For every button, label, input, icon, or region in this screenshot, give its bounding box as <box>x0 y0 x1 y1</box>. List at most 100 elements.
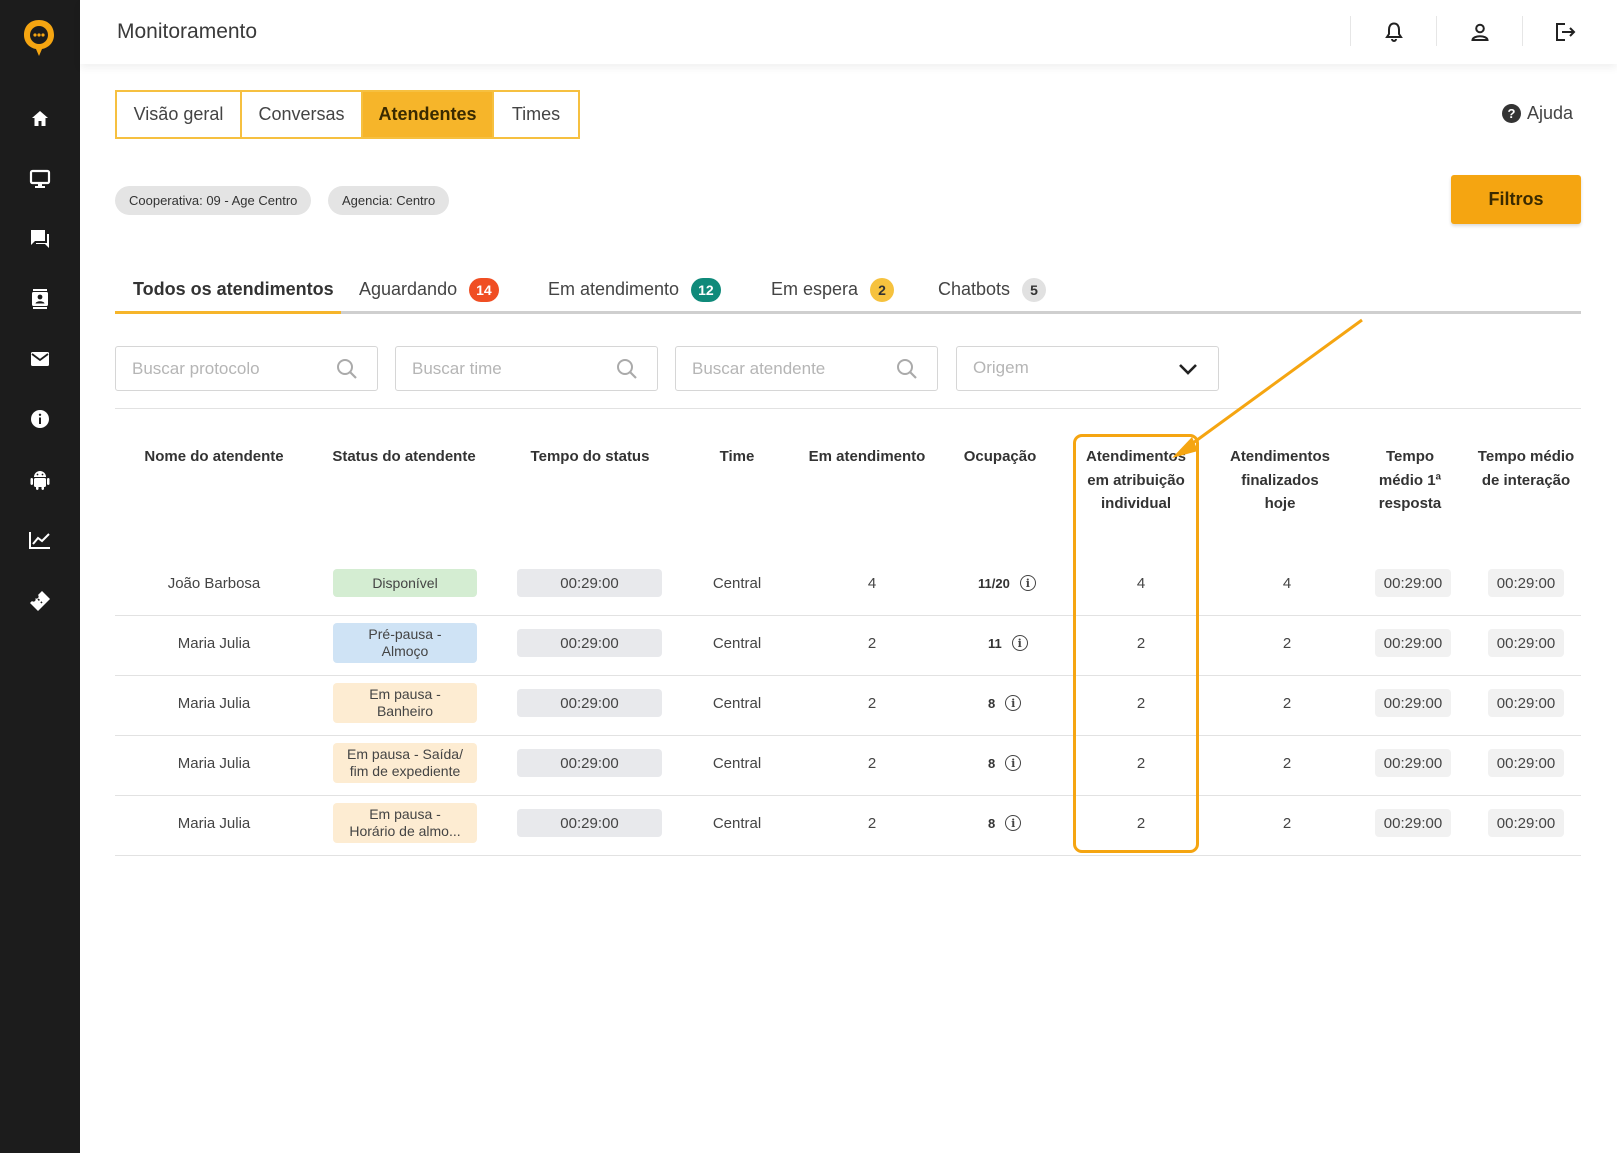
tab-conversas[interactable]: Conversas <box>242 92 363 137</box>
tab-label: Em atendimento <box>548 279 680 299</box>
count-badge: 12 <box>691 277 721 302</box>
divider <box>1436 16 1437 46</box>
agent-search-input[interactable] <box>692 357 862 381</box>
status-text: Horário de almo... <box>349 823 461 839</box>
individual-count: 2 <box>1136 754 1146 772</box>
status-tabs: Todos os atendimentos Aguardando 14 Em a… <box>115 268 1581 314</box>
row-divider <box>115 795 1581 796</box>
in-service-count: 2 <box>867 694 877 712</box>
home-icon[interactable] <box>20 99 60 139</box>
finished-count: 2 <box>1282 634 1292 652</box>
in-service-count: 2 <box>867 814 877 832</box>
monitor-icon[interactable] <box>20 159 60 199</box>
interaction-time: 00:29:00 <box>1488 809 1564 837</box>
tab-atendentes[interactable]: Atendentes <box>363 92 494 137</box>
occupancy-value: 8 <box>988 695 996 711</box>
logout-icon[interactable] <box>1551 18 1579 46</box>
first-response-time: 00:29:00 <box>1375 809 1451 837</box>
tab-label: Todos os atendimentos <box>133 279 334 299</box>
tab-label: Aguardando <box>359 279 458 299</box>
row-divider <box>115 615 1581 616</box>
status-time: 00:29:00 <box>517 629 662 657</box>
tab-em-atendimento[interactable]: Em atendimento 12 <box>548 268 721 311</box>
individual-count: 2 <box>1136 694 1146 712</box>
header-line: resposta <box>1378 495 1442 512</box>
contacts-icon[interactable] <box>20 279 60 319</box>
info-icon[interactable]: i <box>1019 575 1036 591</box>
mail-icon[interactable] <box>20 339 60 379</box>
count-badge: 5 <box>1022 277 1047 302</box>
team-search-input[interactable] <box>412 357 582 381</box>
status-text: Em pausa - <box>369 686 441 702</box>
origin-select[interactable]: Origem <box>956 346 1219 391</box>
column-header-occupancy: Ocupação <box>963 448 1037 465</box>
first-response-time: 00:29:00 <box>1375 629 1451 657</box>
finished-count: 4 <box>1282 574 1292 592</box>
first-response-time: 00:29:00 <box>1375 749 1451 777</box>
interaction-time: 00:29:00 <box>1488 569 1564 597</box>
help-label: Ajuda <box>1527 103 1574 123</box>
sidebar <box>0 0 80 1153</box>
info-icon[interactable]: i <box>1005 815 1022 831</box>
info-icon[interactable]: i <box>1005 695 1022 711</box>
column-header-team: Time <box>719 448 755 465</box>
protocol-search-input[interactable] <box>132 357 302 381</box>
occupancy: 11 i <box>988 633 1028 653</box>
chat-icon[interactable] <box>20 219 60 259</box>
info-icon[interactable] <box>20 399 60 439</box>
filter-chip-cooperativa[interactable]: Cooperativa: 09 - Age Centro <box>115 186 312 215</box>
page-title: Monitoramento <box>117 20 258 43</box>
help-icon: ? <box>1502 104 1521 123</box>
column-header-first-response: Tempo médio 1ª resposta <box>1362 445 1458 516</box>
tab-chatbots[interactable]: Chatbots 5 <box>938 268 1047 311</box>
team-name: Central <box>712 814 762 832</box>
ticket-icon[interactable] <box>20 581 60 621</box>
info-icon[interactable]: i <box>1011 635 1028 651</box>
status-text: Em pausa - <box>369 806 441 822</box>
agent-name: João Barbosa <box>167 574 261 592</box>
search-icon[interactable] <box>335 357 359 381</box>
tab-times[interactable]: Times <box>494 92 578 137</box>
occupancy-value: 8 <box>988 755 996 771</box>
divider <box>1522 16 1523 46</box>
finished-count: 2 <box>1282 754 1292 772</box>
chart-icon[interactable] <box>20 520 60 560</box>
column-header-status-time: Tempo do status <box>530 448 650 465</box>
occupancy-value: 11 <box>988 635 1002 651</box>
tab-todos-atendimentos[interactable]: Todos os atendimentos <box>133 268 334 311</box>
help-link[interactable]: ? Ajuda <box>1502 103 1573 124</box>
bell-icon[interactable] <box>1380 18 1408 46</box>
column-header-finished: Atendimentos finalizados hoje <box>1210 445 1350 516</box>
filters-button[interactable]: Filtros <box>1451 175 1581 224</box>
tab-visao-geral[interactable]: Visão geral <box>117 92 242 137</box>
first-response-time: 00:29:00 <box>1375 689 1451 717</box>
status-badge: Em pausa - Banheiro <box>333 683 477 723</box>
agent-name: Maria Julia <box>177 814 251 832</box>
team-name: Central <box>712 754 762 772</box>
header-line: Tempo médio <box>1477 448 1575 465</box>
tab-aguardando[interactable]: Aguardando 14 <box>359 268 499 311</box>
header-line: Atendimentos <box>1229 448 1330 465</box>
status-text: Em pausa - Saída/ <box>347 746 463 762</box>
interaction-time: 00:29:00 <box>1488 629 1564 657</box>
header-line: Atendimentos <box>1085 448 1186 465</box>
status-text: Pré-pausa - <box>368 626 442 642</box>
agent-name: Maria Julia <box>177 634 251 652</box>
search-icon[interactable] <box>895 357 919 381</box>
user-icon[interactable] <box>1466 18 1494 46</box>
column-header-name: Nome do atendente <box>144 448 284 465</box>
app-logo[interactable] <box>22 18 56 56</box>
chevron-down-icon[interactable] <box>1176 357 1200 381</box>
occupancy: 8i <box>988 753 1022 773</box>
tab-em-espera[interactable]: Em espera 2 <box>771 268 895 311</box>
android-icon[interactable] <box>20 460 60 500</box>
header-line: de interação <box>1481 471 1571 489</box>
filter-chip-agencia[interactable]: Agencia: Centro <box>328 186 450 215</box>
search-icon[interactable] <box>615 357 639 381</box>
info-icon[interactable]: i <box>1005 755 1022 771</box>
individual-count: 2 <box>1136 634 1146 652</box>
column-header-in-service: Em atendimento <box>808 448 926 465</box>
header-line: Tempo <box>1385 448 1435 465</box>
header-line: individual <box>1100 495 1171 512</box>
team-name: Central <box>712 574 762 592</box>
